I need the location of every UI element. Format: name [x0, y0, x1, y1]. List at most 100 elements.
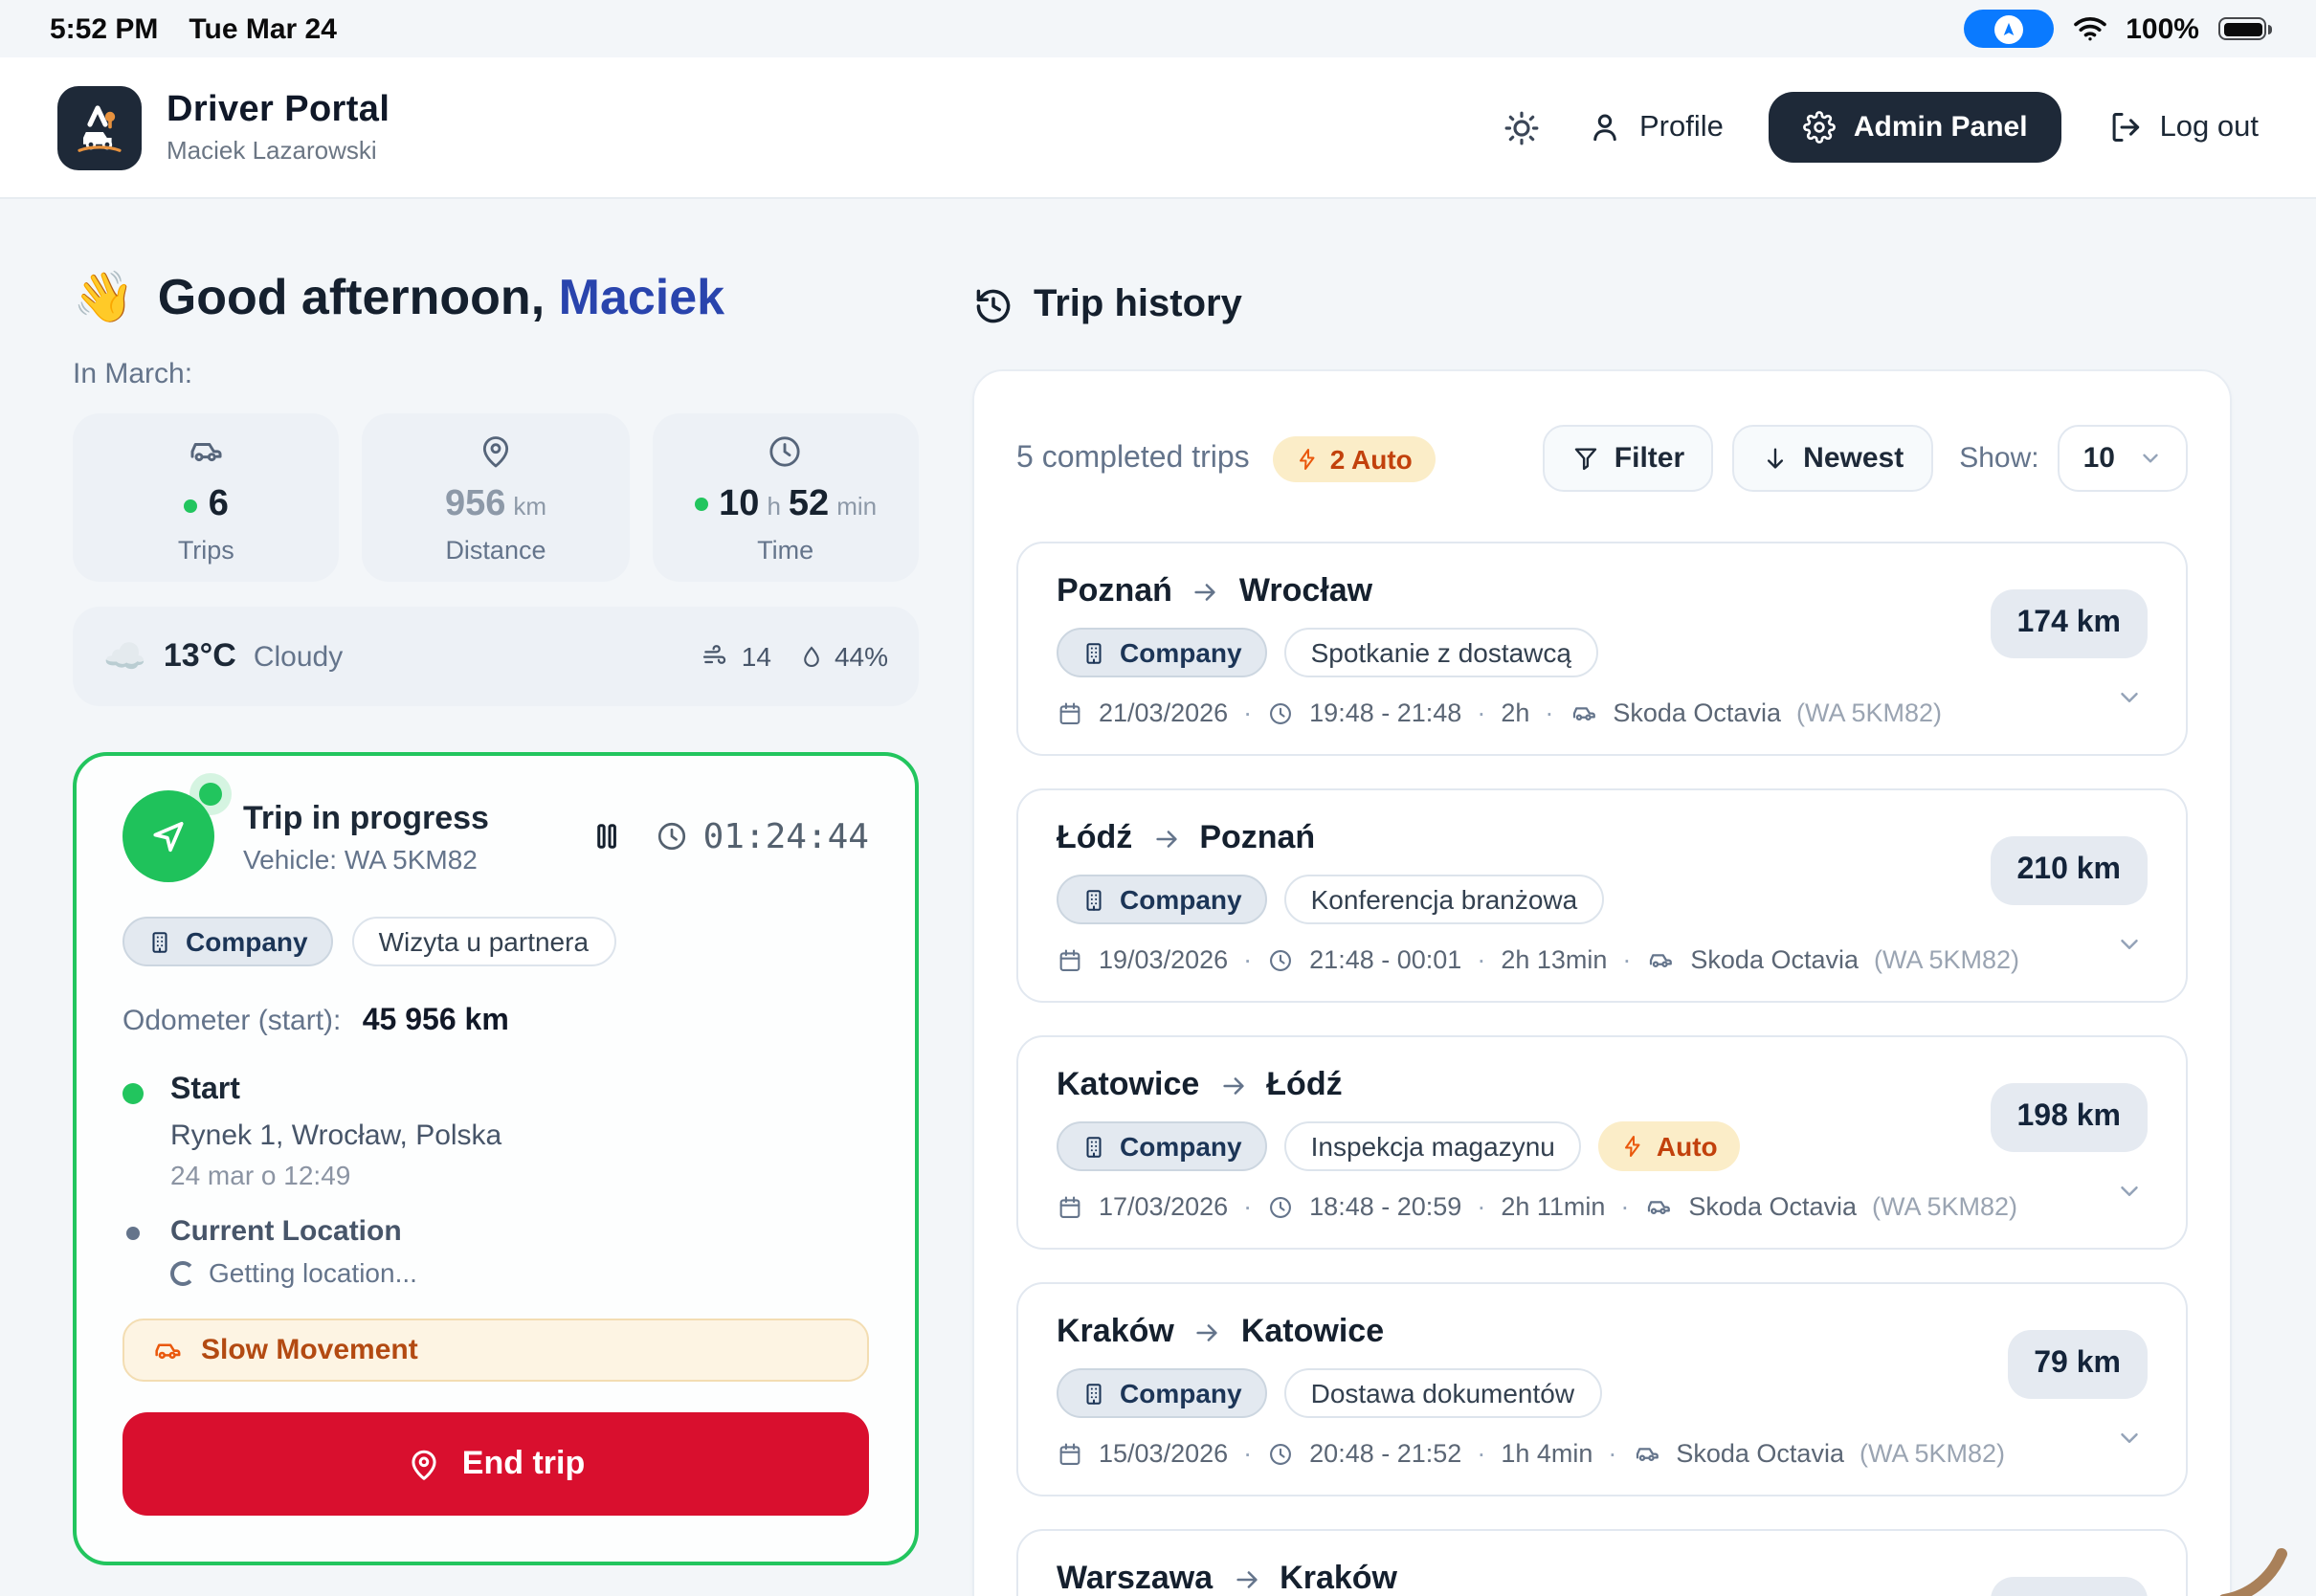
trip-route: Poznań Wrocław [1057, 572, 2148, 610]
chevron-down-icon[interactable] [2115, 683, 2144, 712]
trip-route: Łódź Poznań [1057, 819, 2148, 857]
car-icon [186, 431, 226, 471]
sort-newest-button[interactable]: Newest [1732, 425, 1932, 492]
page-size-value: 10 [2083, 442, 2115, 475]
pause-icon[interactable] [590, 817, 625, 855]
profile-label: Profile [1639, 110, 1724, 144]
trip-from: Kraków [1057, 1313, 1174, 1351]
start-time: 24 mar o 12:49 [170, 1160, 501, 1190]
chevron-down-icon[interactable] [2115, 1177, 2144, 1206]
trip-to: Wrocław [1239, 572, 1372, 610]
trip-history-card[interactable]: Warszawa Kraków Company Spotkanie z klie… [1016, 1529, 2188, 1596]
arrow-right-icon [1218, 1071, 1247, 1099]
filter-label: Filter [1615, 442, 1684, 475]
trip-timer: 01:24:44 [656, 816, 869, 856]
map-pin-icon [407, 1446, 443, 1482]
navigation-icon [122, 790, 214, 882]
weather-bar: ☁️ 13°C Cloudy 14 [73, 607, 919, 706]
wave-emoji: 👋 [73, 268, 135, 327]
greeting-text: Good afternoon, [158, 268, 545, 325]
period-label: In March: [73, 358, 919, 390]
trip-duration: 1h 4min [1501, 1439, 1592, 1468]
trip-date: 17/03/2026 [1099, 1192, 1228, 1221]
stat-distance-unit: km [513, 491, 546, 520]
arrow-right-icon [1232, 1564, 1260, 1593]
trip-history-card[interactable]: Katowice Łódź Company Inspekcja magazynu [1016, 1035, 2188, 1250]
trip-company-label: Company [1120, 884, 1242, 915]
cloud-emoji: ☁️ [103, 636, 146, 676]
trip-history-card[interactable]: Kraków Katowice Company Dostawa dokument… [1016, 1282, 2188, 1496]
droplet-icon [798, 642, 825, 671]
trip-history-panel: 5 completed trips 2 Auto Filter [972, 369, 2232, 1596]
trip-to: Poznań [1199, 819, 1315, 857]
gear-icon [1804, 111, 1837, 144]
calendar-icon [1057, 699, 1083, 726]
active-trip-vehicle: Vehicle: WA 5KM82 [243, 843, 489, 874]
company-badge-label: Company [186, 926, 308, 957]
clock-icon [1267, 699, 1294, 726]
calendar-icon [1057, 946, 1083, 973]
chevron-down-icon [2138, 446, 2163, 471]
trip-timeline: Start Rynek 1, Wrocław, Polska 24 mar o … [122, 1074, 869, 1288]
trip-purpose-badge: Konferencja branżowa [1284, 875, 1605, 924]
trip-meta-row: 21/03/2026 19:48 - 21:48 2h Skoda Octavi… [1057, 698, 2148, 727]
humidity-metric: 44% [798, 641, 888, 672]
wind-icon [701, 641, 732, 672]
profile-button[interactable]: Profile [1588, 109, 1724, 145]
building-icon [1081, 1134, 1106, 1159]
weather-condition: Cloudy [254, 640, 343, 673]
corner-arc-decoration [2209, 1527, 2305, 1596]
trip-meta-row: 17/03/2026 18:48 - 20:59 2h 11min Skoda … [1057, 1192, 2148, 1221]
monthly-stats: 6 Trips 956 km Distance [73, 413, 919, 582]
trip-route: Warszawa Kraków [1057, 1560, 2148, 1596]
page-size-select[interactable]: 10 [2059, 425, 2188, 492]
logout-label: Log out [2160, 110, 2259, 144]
current-location-label: Current Location [170, 1215, 417, 1248]
filter-button[interactable]: Filter [1544, 425, 1713, 492]
lightning-icon [1296, 445, 1319, 472]
trip-company-badge: Company [1057, 1368, 1267, 1418]
stat-trips-label: Trips [178, 536, 234, 565]
trip-meta-row: 19/03/2026 21:48 - 00:01 2h 13min Skoda … [1057, 945, 2148, 974]
right-column: Trip history 5 completed trips 2 Auto [972, 268, 2232, 1596]
current-location-status: Getting location... [209, 1257, 417, 1288]
wind-metric: 14 [701, 641, 771, 672]
trip-date: 21/03/2026 [1099, 698, 1228, 727]
car-icon [1569, 698, 1597, 727]
slow-movement-label: Slow Movement [201, 1334, 418, 1366]
trip-route: Katowice Łódź [1057, 1066, 2148, 1104]
map-pin-icon [477, 432, 515, 470]
chevron-down-icon[interactable] [2115, 930, 2144, 959]
trip-list: Poznań Wrocław Company Spotkanie z dosta… [1016, 542, 2188, 1596]
theme-toggle-sun-icon[interactable] [1503, 108, 1542, 146]
greeting-user-name: Maciek [559, 268, 724, 325]
status-date: Tue Mar 24 [189, 12, 337, 45]
clock-icon [1267, 1193, 1294, 1220]
admin-panel-button[interactable]: Admin Panel [1770, 92, 2062, 163]
end-trip-label: End trip [462, 1445, 585, 1483]
active-trip-card: Trip in progress Vehicle: WA 5KM82 [73, 752, 919, 1565]
trip-date: 15/03/2026 [1099, 1439, 1228, 1468]
trip-purpose-badge: Dostawa dokumentów [1284, 1368, 1602, 1418]
trip-distance-badge: 79 km [2007, 1330, 2148, 1399]
clock-icon [1267, 1440, 1294, 1467]
trip-vehicle: Skoda Octavia [1676, 1439, 1844, 1468]
stat-trips-value: 6 [209, 484, 229, 526]
calendar-icon [1057, 1440, 1083, 1467]
trip-history-card[interactable]: Łódź Poznań Company Konferencja branżowa [1016, 788, 2188, 1003]
logout-button[interactable]: Log out [2108, 109, 2259, 145]
stat-distance-label: Distance [445, 535, 546, 564]
sort-newest-label: Newest [1803, 442, 1904, 475]
trip-history-card[interactable]: Poznań Wrocław Company Spotkanie z dosta… [1016, 542, 2188, 756]
trip-from: Warszawa [1057, 1560, 1213, 1596]
start-dot [122, 1083, 144, 1104]
trip-duration: 2h 11min [1501, 1192, 1605, 1221]
auto-count-badge: 2 Auto [1273, 435, 1436, 481]
end-trip-button[interactable]: End trip [122, 1412, 869, 1516]
green-status-dot [694, 498, 707, 511]
trip-company-label: Company [1120, 1131, 1242, 1162]
chevron-down-icon[interactable] [2115, 1424, 2144, 1452]
trip-plate: (WA 5KM82) [1872, 1192, 2017, 1221]
trip-company-badge: Company [1057, 1121, 1267, 1171]
left-column: 👋 Good afternoon, Maciek In March: 6 [73, 268, 919, 1596]
